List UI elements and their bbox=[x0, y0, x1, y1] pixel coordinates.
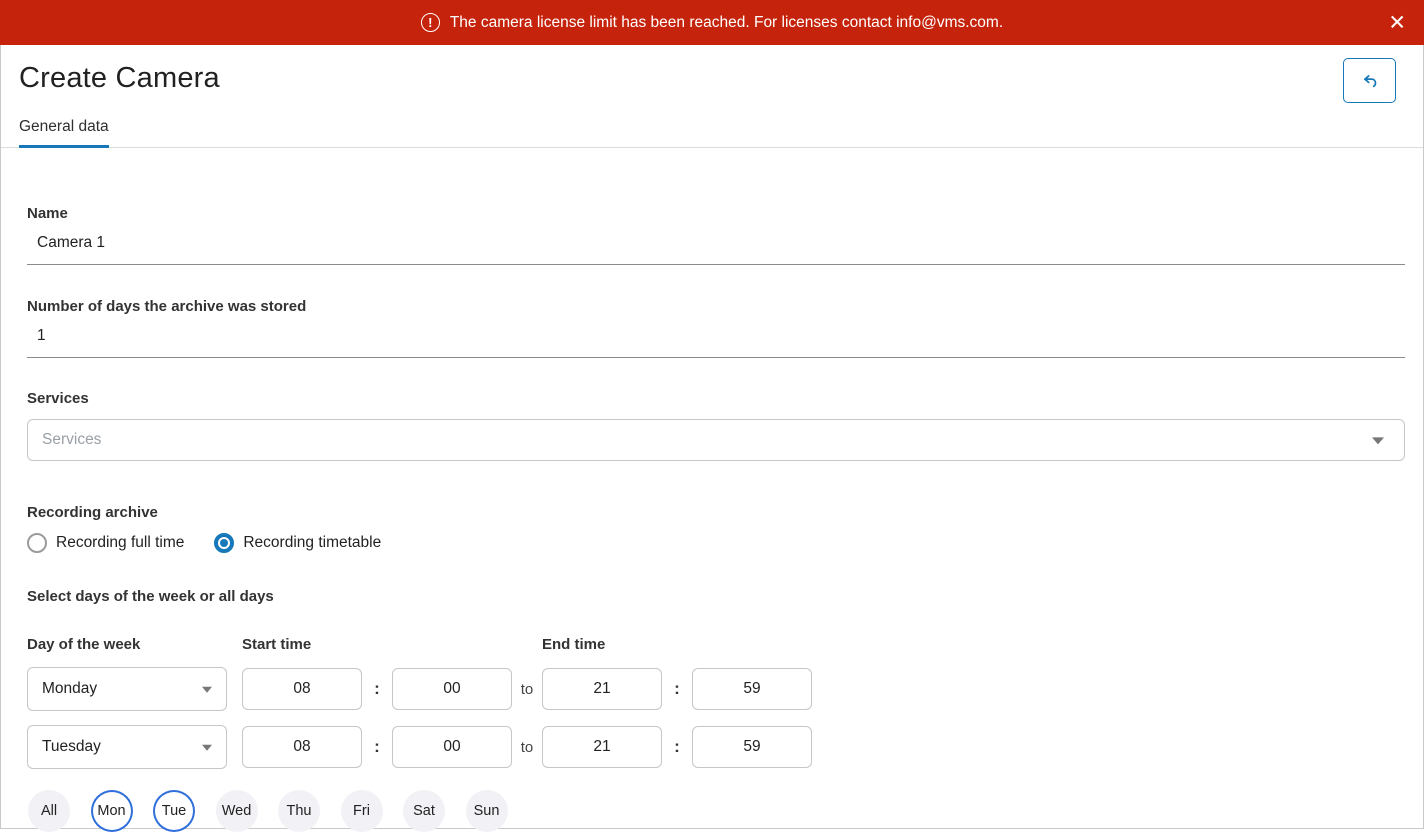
name-field-group: Name Camera 1 bbox=[27, 205, 1403, 265]
chip-sun[interactable]: Sun bbox=[466, 790, 508, 832]
chip-all[interactable]: All bbox=[28, 790, 70, 832]
start-minute-input[interactable] bbox=[392, 726, 512, 768]
general-data-form: Name Camera 1 Number of days the archive… bbox=[1, 205, 1423, 832]
radio-recording-timetable[interactable]: Recording timetable bbox=[214, 533, 381, 553]
column-start-time: Start time bbox=[242, 636, 542, 653]
end-hour-input[interactable] bbox=[542, 726, 662, 768]
column-day-of-week: Day of the week bbox=[27, 636, 242, 653]
services-field-group: Services Services bbox=[27, 390, 1403, 461]
recording-archive-options: Recording full time Recording timetable bbox=[27, 533, 1403, 553]
day-select-value: Monday bbox=[28, 680, 97, 698]
tab-bar: General data bbox=[1, 118, 1423, 148]
timetable-column-headers: Day of the week Start time End time bbox=[27, 636, 1403, 653]
radio-recording-full-time[interactable]: Recording full time bbox=[27, 533, 184, 553]
days-stored-input[interactable]: 1 bbox=[27, 315, 1405, 358]
radio-label: Recording full time bbox=[56, 534, 184, 552]
undo-arrow-icon bbox=[1359, 70, 1381, 92]
banner-close-icon[interactable]: ✕ bbox=[1388, 12, 1406, 33]
time-separator: : bbox=[662, 737, 692, 757]
recording-archive-group: Recording archive Recording full time Re… bbox=[27, 504, 1403, 553]
time-separator: : bbox=[362, 679, 392, 699]
license-error-banner: ! The camera license limit has been reac… bbox=[0, 0, 1424, 45]
to-label: to bbox=[512, 739, 542, 756]
chip-fri[interactable]: Fri bbox=[341, 790, 383, 832]
day-select-monday[interactable]: Monday bbox=[27, 667, 227, 711]
timetable-row: Tuesday : to : bbox=[27, 725, 1403, 769]
time-separator: : bbox=[362, 737, 392, 757]
back-button[interactable] bbox=[1343, 58, 1396, 103]
name-label: Name bbox=[27, 205, 1403, 222]
days-stored-field-group: Number of days the archive was stored 1 bbox=[27, 298, 1403, 358]
chevron-down-icon bbox=[202, 745, 212, 751]
warning-icon: ! bbox=[421, 13, 440, 32]
create-camera-page: Create Camera General data Name Camera 1… bbox=[0, 45, 1424, 829]
chip-sat[interactable]: Sat bbox=[403, 790, 445, 832]
services-placeholder: Services bbox=[28, 431, 101, 449]
page-header: Create Camera bbox=[1, 45, 1423, 95]
services-label: Services bbox=[27, 390, 1403, 407]
day-chips-row: All Mon Tue Wed Thu Fri Sat Sun bbox=[27, 790, 1403, 832]
days-stored-label: Number of days the archive was stored bbox=[27, 298, 1403, 315]
radio-selected-icon bbox=[214, 533, 234, 553]
select-days-label: Select days of the week or all days bbox=[27, 588, 1403, 605]
services-select[interactable]: Services bbox=[27, 419, 1405, 461]
chevron-down-icon bbox=[1372, 437, 1384, 444]
end-minute-input[interactable] bbox=[692, 668, 812, 710]
days-stored-value: 1 bbox=[27, 315, 1405, 357]
chip-thu[interactable]: Thu bbox=[278, 790, 320, 832]
page-title: Create Camera bbox=[19, 62, 1405, 95]
recording-archive-label: Recording archive bbox=[27, 504, 1403, 521]
to-label: to bbox=[512, 681, 542, 698]
start-minute-input[interactable] bbox=[392, 668, 512, 710]
name-input[interactable]: Camera 1 bbox=[27, 222, 1405, 265]
radio-label: Recording timetable bbox=[243, 534, 381, 552]
timetable-section: Select days of the week or all days Day … bbox=[27, 588, 1403, 832]
end-hour-input[interactable] bbox=[542, 668, 662, 710]
end-minute-input[interactable] bbox=[692, 726, 812, 768]
time-separator: : bbox=[662, 679, 692, 699]
radio-unselected-icon bbox=[27, 533, 47, 553]
chip-mon[interactable]: Mon bbox=[91, 790, 133, 832]
timetable-row: Monday : to : bbox=[27, 667, 1403, 711]
start-hour-input[interactable] bbox=[242, 726, 362, 768]
chip-wed[interactable]: Wed bbox=[216, 790, 258, 832]
chevron-down-icon bbox=[202, 687, 212, 693]
day-select-value: Tuesday bbox=[28, 738, 101, 756]
name-value: Camera 1 bbox=[27, 222, 1405, 264]
tab-general-data[interactable]: General data bbox=[19, 118, 109, 147]
chip-tue[interactable]: Tue bbox=[153, 790, 195, 832]
day-select-tuesday[interactable]: Tuesday bbox=[27, 725, 227, 769]
banner-message: The camera license limit has been reache… bbox=[450, 14, 1003, 32]
column-end-time: End time bbox=[542, 636, 742, 653]
start-hour-input[interactable] bbox=[242, 668, 362, 710]
